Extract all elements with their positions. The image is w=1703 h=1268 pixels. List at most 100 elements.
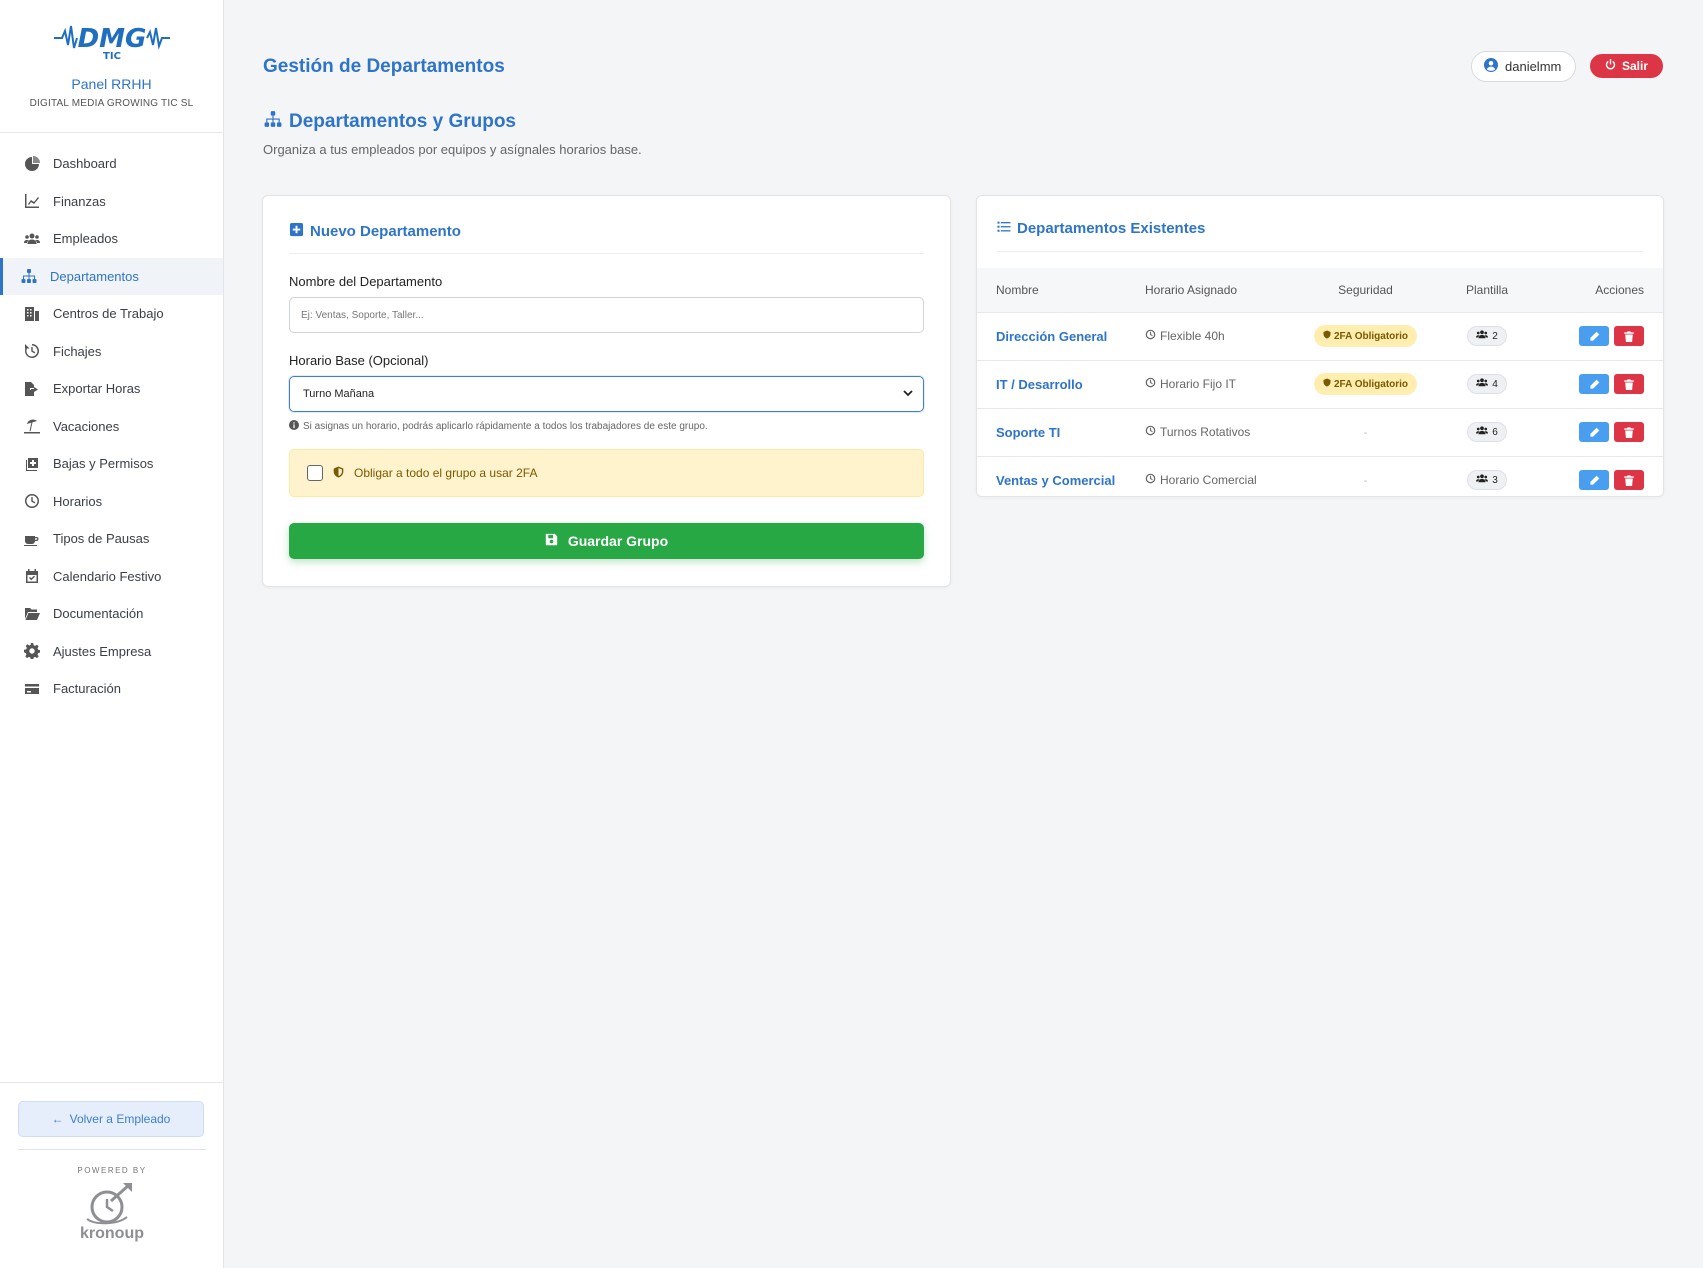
column-header-security: Seguridad xyxy=(1338,282,1393,297)
department-name[interactable]: IT / Desarrollo xyxy=(996,377,1083,392)
sidebar-item-calendario-festivo[interactable]: Calendario Festivo xyxy=(0,558,223,596)
notes-medical-icon xyxy=(23,455,41,473)
column-header-staff: Plantilla xyxy=(1465,282,1509,297)
section-subtitle: Organiza a tus empleados por equipos y a… xyxy=(263,142,642,157)
staff-badge: 6 xyxy=(1467,422,1507,442)
schedule-text: Horario Comercial xyxy=(1160,473,1257,488)
trash-icon xyxy=(1624,330,1634,342)
page-title: Gestión de Departamentos xyxy=(263,56,505,77)
save-icon xyxy=(545,533,558,549)
shield-icon xyxy=(1323,330,1331,342)
sidebar-item-bajas-y-permisos[interactable]: Bajas y Permisos xyxy=(0,445,223,483)
coffee-icon xyxy=(23,530,41,548)
table-row: Ventas y Comercial Horario Comercial - 3 xyxy=(977,455,1663,496)
clock-icon xyxy=(1145,377,1156,391)
pencil-icon xyxy=(1589,427,1599,437)
sidebar-item-label: Finanzas xyxy=(53,193,106,209)
require-2fa-checkbox[interactable] xyxy=(307,465,323,481)
delete-button[interactable] xyxy=(1614,422,1644,442)
credit-card-icon xyxy=(23,680,41,698)
section-title-text: Departamentos y Grupos xyxy=(289,111,516,132)
clock-icon xyxy=(1145,425,1156,439)
sidebar-item-exportar-horas[interactable]: Exportar Horas xyxy=(0,370,223,408)
sitemap-icon xyxy=(20,267,38,285)
edit-button[interactable] xyxy=(1579,326,1609,346)
security-badge: 2FA Obligatorio xyxy=(1313,373,1418,395)
sidebar-item-label: Empleados xyxy=(53,231,119,247)
sitemap-icon xyxy=(263,110,283,134)
user-circle-icon xyxy=(1484,58,1498,75)
sidebar-footer: ← Volver a Empleado POWERED BY kronoup xyxy=(0,1082,224,1268)
section-title: Departamentos y Grupos xyxy=(263,110,516,134)
sidebar-item-label: Ajustes Empresa xyxy=(53,643,152,659)
security-badge: 2FA Obligatorio xyxy=(1313,325,1418,347)
sidebar-item-finanzas[interactable]: Finanzas xyxy=(0,183,223,221)
clock-icon xyxy=(1145,473,1156,487)
clock-icon xyxy=(1145,329,1156,343)
sidebar-item-departamentos[interactable]: Departamentos xyxy=(0,257,223,295)
sidebar-item-documentacion[interactable]: Documentación xyxy=(0,595,223,633)
main-content: Gestión de Departamentos danielmm Salir … xyxy=(224,0,1703,1268)
shield-icon xyxy=(1323,378,1331,390)
sidebar-item-fichajes[interactable]: Fichajes xyxy=(0,333,223,371)
arrow-left-icon: ← xyxy=(51,1112,64,1126)
back-to-employee-button[interactable]: ← Volver a Empleado xyxy=(18,1101,204,1137)
table-header-row: Nombre Horario Asignado Seguridad Planti… xyxy=(977,268,1663,312)
sidebar-item-label: Calendario Festivo xyxy=(53,568,162,584)
delete-button[interactable] xyxy=(1614,470,1644,491)
powered-by-label: POWERED BY xyxy=(77,1166,147,1175)
department-name[interactable]: Ventas y Comercial xyxy=(996,473,1115,488)
schedule-text: Flexible 40h xyxy=(1160,329,1225,343)
department-name[interactable]: Dirección General xyxy=(996,329,1107,344)
departments-table: Nombre Horario Asignado Seguridad Planti… xyxy=(977,268,1663,496)
edit-button[interactable] xyxy=(1579,422,1609,442)
sidebar-item-label: Documentación xyxy=(53,606,144,622)
back-button-label: Volver a Empleado xyxy=(69,1112,171,1126)
sidebar-item-label: Centros de Trabajo xyxy=(53,306,164,322)
sidebar-item-label: Fichajes xyxy=(53,343,102,359)
sidebar-item-centros-de-trabajo[interactable]: Centros de Trabajo xyxy=(0,295,223,333)
users-icon xyxy=(23,230,41,248)
security-text: 2FA Obligatorio xyxy=(1333,330,1409,342)
schedule-select[interactable]: Turno Mañana xyxy=(289,376,924,412)
save-group-button[interactable]: Guardar Grupo xyxy=(289,523,924,559)
brand-company: DIGITAL MEDIA GROWING TIC SL xyxy=(29,98,194,109)
new-department-header: Nuevo Departamento xyxy=(289,222,924,254)
sidebar-item-tipos-de-pausas[interactable]: Tipos de Pausas xyxy=(0,520,223,558)
sidebar-item-vacaciones[interactable]: Vacaciones xyxy=(0,408,223,446)
folder-open-icon xyxy=(23,605,41,623)
sidebar-item-facturacion[interactable]: Facturación xyxy=(0,670,223,708)
sidebar-item-label: Dashboard xyxy=(53,156,117,172)
delete-button[interactable] xyxy=(1614,326,1644,346)
staff-badge: 2 xyxy=(1467,326,1507,346)
staff-count: 2 xyxy=(1492,330,1498,342)
gear-icon xyxy=(23,642,41,660)
department-name-input[interactable]: Ej: Ventas, Soporte, Taller... xyxy=(289,297,924,333)
power-icon xyxy=(1605,59,1616,73)
sidebar-item-empleados[interactable]: Empleados xyxy=(0,220,223,258)
table-row: Dirección General Flexible 40h 2FA Oblig… xyxy=(977,311,1663,360)
staff-badge: 3 xyxy=(1467,470,1507,491)
username: danielmm xyxy=(1505,59,1562,74)
delete-button[interactable] xyxy=(1614,374,1644,394)
chevron-down-icon xyxy=(903,388,913,401)
sidebar-item-ajustes-empresa[interactable]: Ajustes Empresa xyxy=(0,633,223,671)
sidebar-item-dashboard[interactable]: Dashboard xyxy=(0,145,223,183)
staff-count: 3 xyxy=(1492,474,1498,486)
sidebar-item-horarios[interactable]: Horarios xyxy=(0,483,223,521)
existing-departments-card: Departamentos Existentes Nombre Horario … xyxy=(976,195,1664,497)
logout-label: Salir xyxy=(1622,59,1649,73)
edit-button[interactable] xyxy=(1579,470,1609,491)
staff-count: 6 xyxy=(1492,426,1498,438)
logout-button[interactable]: Salir xyxy=(1590,54,1664,78)
file-export-icon xyxy=(23,380,41,398)
user-menu-button[interactable]: danielmm xyxy=(1471,51,1577,82)
edit-button[interactable] xyxy=(1579,374,1609,394)
users-icon xyxy=(1476,426,1489,438)
trash-icon xyxy=(1624,426,1634,438)
schedule-hint-text: Si asignas un horario, podrás aplicarlo … xyxy=(303,421,708,432)
department-schedule: Horario Comercial xyxy=(1145,473,1257,487)
department-name[interactable]: Soporte TI xyxy=(996,425,1060,440)
new-department-title: Nuevo Departamento xyxy=(310,223,461,240)
security-empty: - xyxy=(1363,475,1368,488)
